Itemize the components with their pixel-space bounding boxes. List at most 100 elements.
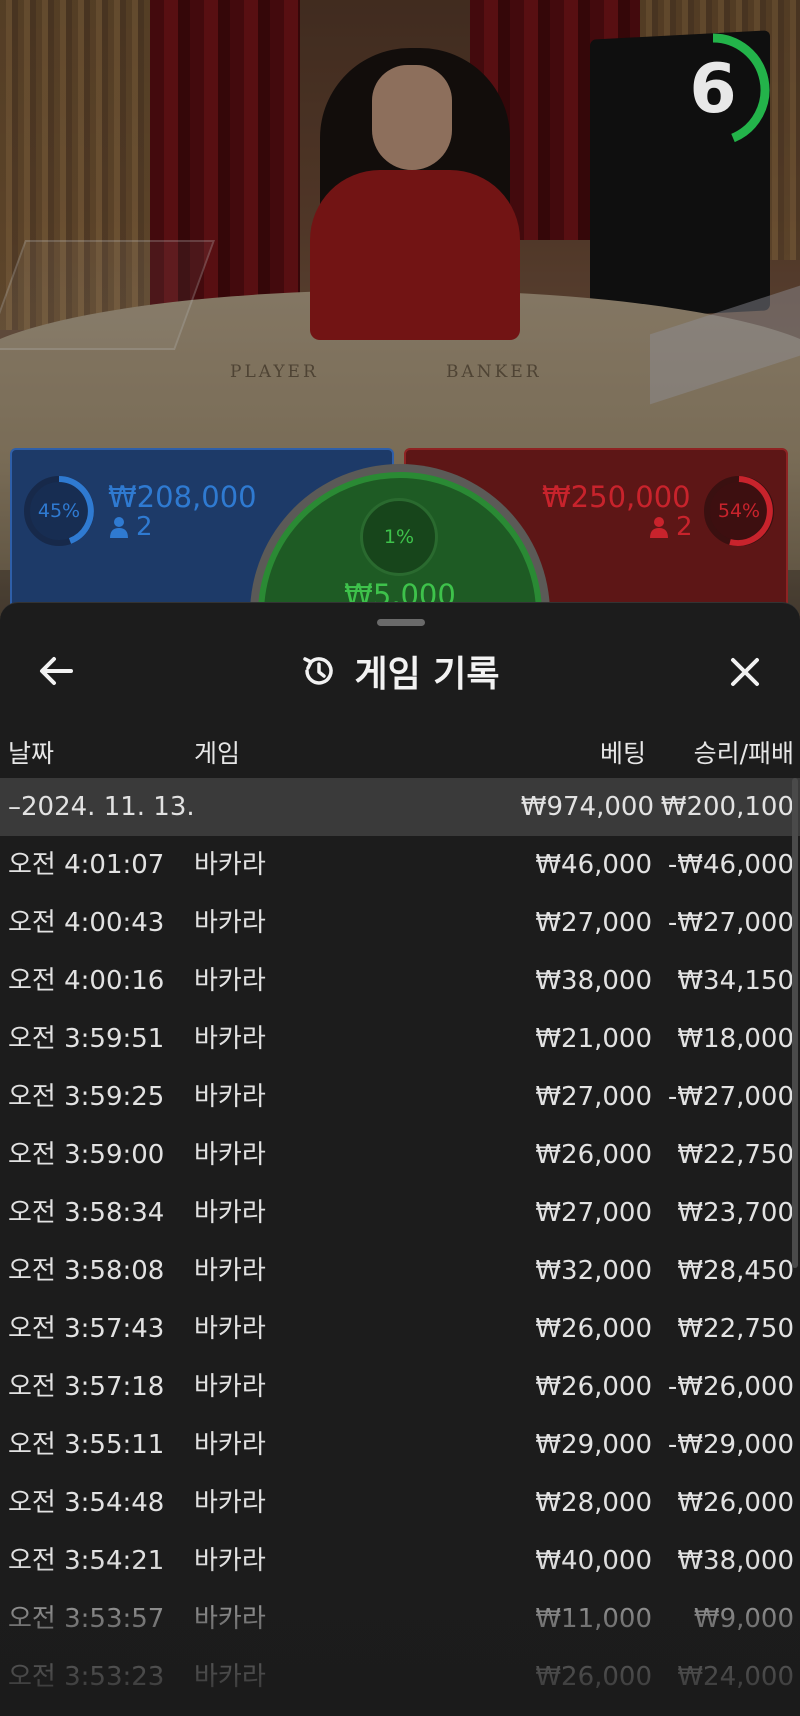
round-win-loss: ₩9,000 xyxy=(693,1604,794,1634)
round-bet: ₩27,000 xyxy=(535,1082,652,1112)
banker-bet-amount: ₩250,000 xyxy=(542,480,691,514)
history-rows: 오전 4:01:07 바카라 ₩46,000 -₩46,000 오전 4:00:43 바카… xyxy=(0,836,800,1706)
day-summary-row[interactable]: –2024. 11. 13. ₩974,000 ₩200,100 xyxy=(0,778,800,836)
history-row[interactable]: 오전 3:54:21 바카라 ₩40,000 ₩38,000 xyxy=(0,1532,800,1590)
history-row[interactable]: 오전 3:58:08 바카라 ₩32,000 ₩28,450 xyxy=(0,1242,800,1300)
column-header-bet: 베팅 xyxy=(599,739,646,768)
round-win-loss: -₩27,000 xyxy=(667,908,794,938)
history-row[interactable]: 오전 3:59:00 바카라 ₩26,000 ₩22,750 xyxy=(0,1126,800,1184)
round-game: 바카라 xyxy=(194,1024,266,1054)
round-bet: ₩26,000 xyxy=(535,1140,652,1170)
banker-percent-ring: 54% xyxy=(702,474,776,548)
round-game: 바카라 xyxy=(194,1488,266,1518)
round-time: 오전 3:58:34 xyxy=(8,1198,165,1228)
round-bet: ₩40,000 xyxy=(535,1546,652,1576)
round-time: 오전 4:00:16 xyxy=(8,966,165,996)
history-row[interactable]: 오전 3:58:34 바카라 ₩27,000 ₩23,700 xyxy=(0,1184,800,1242)
sheet-drag-handle[interactable] xyxy=(377,619,425,626)
column-header-game: 게임 xyxy=(194,739,241,768)
round-win-loss: -₩27,000 xyxy=(667,1082,794,1112)
history-scrollbar[interactable] xyxy=(792,778,798,1268)
round-win-loss: -₩46,000 xyxy=(667,850,794,880)
round-bet: ₩32,000 xyxy=(535,1256,652,1286)
history-row[interactable]: 오전 4:00:43 바카라 ₩27,000 -₩27,000 xyxy=(0,894,800,952)
history-row[interactable]: 오전 3:59:51 바카라 ₩21,000 ₩18,000 xyxy=(0,1010,800,1068)
user-icon xyxy=(110,517,128,538)
round-game: 바카라 xyxy=(194,1082,266,1112)
round-bet: ₩11,000 xyxy=(535,1604,652,1634)
sheet-header: 게임 기록 xyxy=(0,643,800,699)
round-time: 오전 3:54:48 xyxy=(8,1488,165,1518)
round-game: 바카라 xyxy=(194,1314,266,1344)
round-game: 바카라 xyxy=(194,908,266,938)
banker-bettor-count: 2 xyxy=(650,512,693,542)
history-row[interactable]: 오전 3:57:18 바카라 ₩26,000 -₩26,000 xyxy=(0,1358,800,1416)
round-game: 바카라 xyxy=(194,1256,266,1286)
close-icon xyxy=(731,658,759,686)
round-win-loss: ₩24,000 xyxy=(677,1662,794,1692)
round-win-loss: ₩22,750 xyxy=(677,1314,794,1344)
round-bet: ₩27,000 xyxy=(535,908,652,938)
close-button[interactable] xyxy=(718,645,772,699)
round-time: 오전 3:59:25 xyxy=(8,1082,165,1112)
round-win-loss: -₩29,000 xyxy=(667,1430,794,1460)
round-game: 바카라 xyxy=(194,1198,266,1228)
player-percent-ring: 45% xyxy=(22,474,96,548)
countdown-number: 6 xyxy=(689,50,737,129)
history-row[interactable]: 오전 3:53:23 바카라 ₩26,000 ₩24,000 xyxy=(0,1648,800,1706)
round-time: 오전 4:00:43 xyxy=(8,908,165,938)
round-time: 오전 3:57:43 xyxy=(8,1314,165,1344)
round-win-loss: ₩22,750 xyxy=(677,1140,794,1170)
player-bettor-count-value: 2 xyxy=(136,512,153,542)
history-row[interactable]: 오전 4:00:16 바카라 ₩38,000 ₩34,150 xyxy=(0,952,800,1010)
round-game: 바카라 xyxy=(194,966,266,996)
round-game: 바카라 xyxy=(194,850,266,880)
round-game: 바카라 xyxy=(194,1662,266,1692)
day-win-loss-total: ₩200,100 xyxy=(660,792,794,822)
round-time: 오전 3:53:57 xyxy=(8,1604,165,1634)
column-header-win-loss: 승리/패배 xyxy=(693,739,794,768)
round-bet: ₩46,000 xyxy=(535,850,652,880)
round-time: 오전 3:58:08 xyxy=(8,1256,165,1286)
player-percent: 45% xyxy=(37,500,81,522)
history-row[interactable]: 오전 3:59:25 바카라 ₩27,000 -₩27,000 xyxy=(0,1068,800,1126)
round-bet: ₩27,000 xyxy=(535,1198,652,1228)
history-row[interactable]: 오전 3:54:48 바카라 ₩28,000 ₩26,000 xyxy=(0,1474,800,1532)
round-bet: ₩26,000 xyxy=(535,1662,652,1692)
day-label: –2024. 11. 13. xyxy=(8,792,195,822)
round-game: 바카라 xyxy=(194,1604,266,1634)
banker-percent: 54% xyxy=(717,500,761,522)
round-win-loss: ₩38,000 xyxy=(677,1546,794,1576)
round-game: 바카라 xyxy=(194,1140,266,1170)
column-header-date: 날짜 xyxy=(8,739,55,768)
history-row[interactable]: 오전 3:57:43 바카라 ₩26,000 ₩22,750 xyxy=(0,1300,800,1358)
user-icon xyxy=(650,517,668,538)
history-row[interactable]: 오전 4:01:07 바카라 ₩46,000 -₩46,000 xyxy=(0,836,800,894)
sheet-title: 게임 기록 xyxy=(354,654,500,695)
round-win-loss: -₩26,000 xyxy=(667,1372,794,1402)
round-win-loss: ₩28,450 xyxy=(677,1256,794,1286)
round-time: 오전 3:55:11 xyxy=(8,1430,165,1460)
round-win-loss: ₩23,700 xyxy=(677,1198,794,1228)
round-time: 오전 3:57:18 xyxy=(8,1372,165,1402)
round-time: 오전 3:59:51 xyxy=(8,1024,165,1054)
round-bet: ₩26,000 xyxy=(535,1314,652,1344)
round-bet: ₩21,000 xyxy=(535,1024,652,1054)
history-row[interactable]: 오전 3:55:11 바카라 ₩29,000 -₩29,000 xyxy=(0,1416,800,1474)
round-win-loss: ₩34,150 xyxy=(677,966,794,996)
round-win-loss: ₩26,000 xyxy=(677,1488,794,1518)
round-time: 오전 3:59:00 xyxy=(8,1140,165,1170)
day-bet-total: ₩974,000 xyxy=(520,792,654,822)
history-icon xyxy=(303,657,334,685)
round-game: 바카라 xyxy=(194,1546,266,1576)
round-game: 바카라 xyxy=(194,1372,266,1402)
round-game: 바카라 xyxy=(194,1430,266,1460)
round-win-loss: ₩18,000 xyxy=(677,1024,794,1054)
round-bet: ₩29,000 xyxy=(535,1430,652,1460)
player-bettor-count: 2 xyxy=(110,512,153,542)
history-table: –2024. 11. 13. ₩974,000 ₩200,100 오전 4:01… xyxy=(0,778,800,1706)
banker-bettor-count-value: 2 xyxy=(676,512,693,542)
round-time: 오전 3:54:21 xyxy=(8,1546,165,1576)
round-time: 오전 4:01:07 xyxy=(8,850,165,880)
history-row[interactable]: 오전 3:53:57 바카라 ₩11,000 ₩9,000 xyxy=(0,1590,800,1648)
